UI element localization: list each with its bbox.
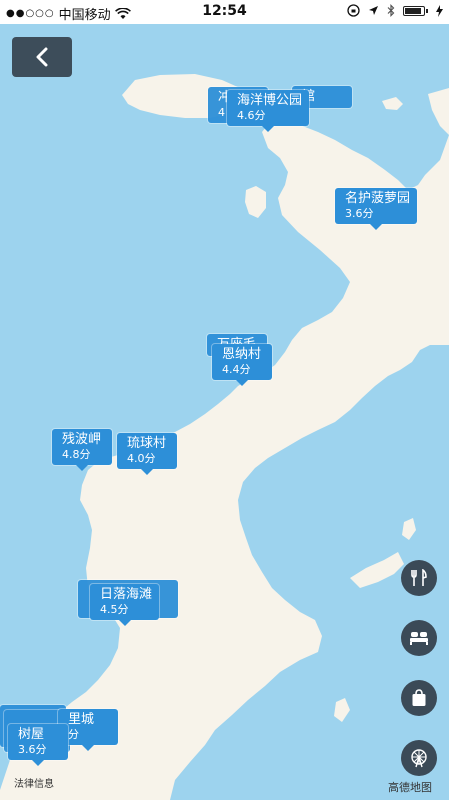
map-brand-logo: 高德地图 <box>388 781 432 794</box>
ferris-wheel-icon <box>411 749 427 768</box>
restaurant-button[interactable] <box>401 560 437 596</box>
back-button[interactable] <box>12 37 72 77</box>
poi-marker[interactable]: 日落海滩 4.5分 <box>90 584 160 626</box>
poi-marker[interactable]: 树屋 3.6分 <box>8 724 68 766</box>
map-view[interactable] <box>0 24 449 800</box>
poi-marker[interactable]: 残波岬 4.8分 <box>52 429 112 471</box>
back-chevron-icon <box>36 47 48 67</box>
restaurant-icon <box>411 569 427 586</box>
legal-info-link[interactable]: 法律信息 <box>14 775 54 790</box>
poi-marker[interactable]: 恩纳村 4.4分 <box>212 344 272 386</box>
hotel-icon <box>410 632 428 645</box>
map-land <box>0 24 449 800</box>
orientation-lock-icon <box>347 4 360 17</box>
status-icons <box>347 4 443 17</box>
bluetooth-icon <box>387 4 395 17</box>
poi-marker[interactable]: 海洋博公园 4.6分 <box>227 90 310 132</box>
battery-icon <box>403 5 425 16</box>
poi-marker[interactable]: 名护菠萝园 3.6分 <box>335 188 418 230</box>
shopping-button[interactable] <box>401 680 437 716</box>
status-bar: ●●○○○ 中国移动 12:54 <box>0 0 449 24</box>
poi-marker[interactable]: 琉球村 4.0分 <box>117 433 177 475</box>
charging-icon <box>436 4 443 17</box>
attractions-button[interactable] <box>401 740 437 776</box>
hotel-button[interactable] <box>401 620 437 656</box>
shopping-icon <box>412 689 426 706</box>
location-arrow-icon <box>369 6 378 15</box>
